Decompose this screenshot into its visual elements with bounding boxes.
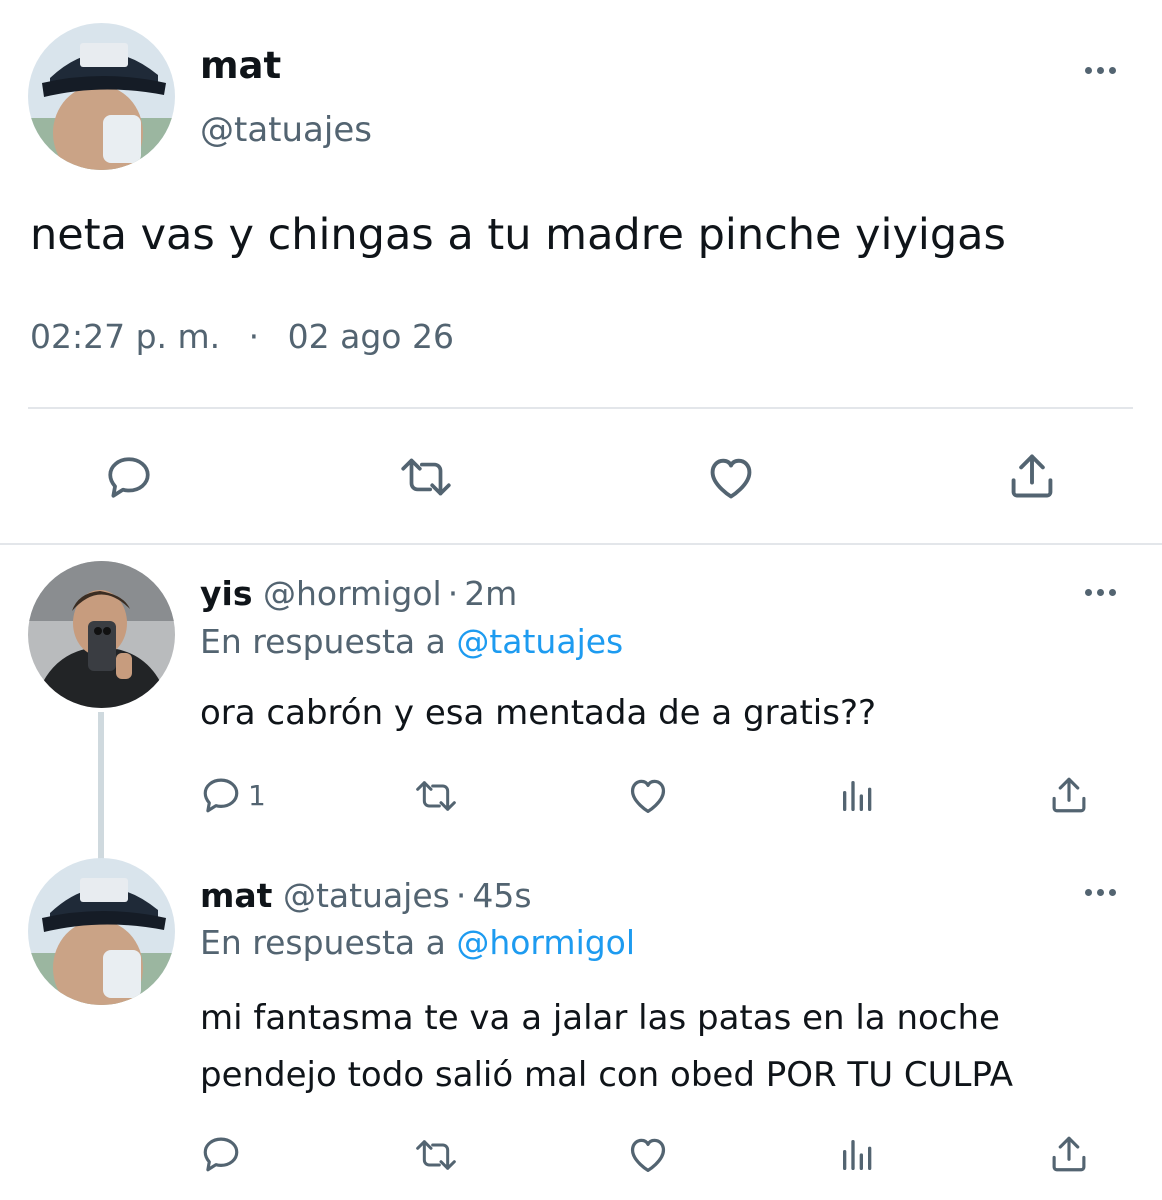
views-icon <box>843 1140 872 1170</box>
share-button[interactable] <box>1048 1133 1090 1175</box>
avatar-mat[interactable] <box>28 858 175 1005</box>
reply-author-name[interactable]: mat <box>200 876 272 915</box>
retweet-icon <box>416 1140 456 1170</box>
retweet-icon <box>401 458 451 496</box>
tweet-meta: 02:27 p. m. · 02 ago 26 <box>30 315 454 359</box>
views-icon <box>843 781 872 811</box>
comment-icon <box>203 778 239 813</box>
like-button[interactable] <box>626 1134 670 1174</box>
avatar-mat[interactable] <box>28 23 175 170</box>
replying-to: En respuesta a @hormigol <box>200 922 635 964</box>
heart-icon <box>630 1138 666 1172</box>
replying-to-link[interactable]: @hormigol <box>456 923 635 962</box>
reply-text-line: mi fantasma te va a jalar las patas en l… <box>200 998 1000 1038</box>
heart-icon <box>630 779 666 813</box>
reply-age[interactable]: 45s <box>472 876 531 915</box>
like-button[interactable] <box>705 452 757 502</box>
tweet-text: neta vas y chingas a tu madre pinche yiy… <box>30 210 1006 260</box>
reply-button[interactable] <box>104 452 154 502</box>
reply-header: mat @tatuajes · 45s <box>200 875 532 917</box>
views-button[interactable] <box>838 1135 878 1175</box>
reply-author-name[interactable]: yis <box>200 574 252 613</box>
share-button[interactable] <box>1006 450 1058 502</box>
more-icon <box>1085 889 1092 896</box>
reply-text-line: pendejo todo salió mal con obed POR TU C… <box>200 1055 1014 1095</box>
heart-icon <box>710 458 752 499</box>
replying-to: En respuesta a @tatuajes <box>200 621 623 663</box>
like-button[interactable] <box>626 775 670 815</box>
share-icon <box>1011 454 1053 498</box>
reply-author-handle[interactable]: @tatuajes <box>283 876 450 915</box>
reply-text: mi fantasma te va a jalar las patas en l… <box>200 990 1013 1104</box>
meta-separator: · <box>248 317 260 356</box>
reply-author-handle[interactable]: @hormigol <box>263 574 442 613</box>
tweet-time[interactable]: 02:27 p. m. <box>30 317 220 356</box>
reply-header: yis @hormigol · 2m <box>200 573 517 615</box>
retweet-icon <box>416 781 456 811</box>
replying-to-link[interactable]: @tatuajes <box>456 622 623 661</box>
replying-to-label: En respuesta a <box>200 622 446 661</box>
share-icon <box>1052 777 1086 813</box>
section-divider <box>0 543 1162 545</box>
share-button[interactable] <box>1048 774 1090 816</box>
reply-count: 1 <box>248 778 266 812</box>
comment-icon <box>203 1137 239 1172</box>
more-options-button[interactable] <box>1085 589 1116 596</box>
views-button[interactable] <box>838 776 878 816</box>
reply-text: ora cabrón y esa mentada de a gratis?? <box>200 693 877 733</box>
more-options-button[interactable] <box>1085 67 1116 74</box>
author-handle[interactable]: @tatuajes <box>200 110 372 150</box>
reply-button[interactable]: 1 <box>200 774 266 816</box>
more-icon <box>1085 67 1092 74</box>
dot-separator: · <box>447 574 459 613</box>
comment-icon <box>108 457 150 498</box>
tweet-date[interactable]: 02 ago 26 <box>288 317 454 356</box>
dot-separator: · <box>455 876 467 915</box>
avatar-yis[interactable] <box>28 561 175 708</box>
reply-age[interactable]: 2m <box>464 574 517 613</box>
more-icon <box>1085 589 1092 596</box>
retweet-button[interactable] <box>412 1135 460 1175</box>
author-name[interactable]: mat <box>200 44 281 88</box>
retweet-button[interactable] <box>397 452 455 502</box>
reply-button[interactable] <box>200 1133 242 1175</box>
thread-line <box>98 712 104 859</box>
share-icon <box>1052 1136 1086 1172</box>
more-options-button[interactable] <box>1085 889 1116 896</box>
retweet-button[interactable] <box>412 776 460 816</box>
divider <box>28 407 1133 409</box>
replying-to-label: En respuesta a <box>200 923 446 962</box>
